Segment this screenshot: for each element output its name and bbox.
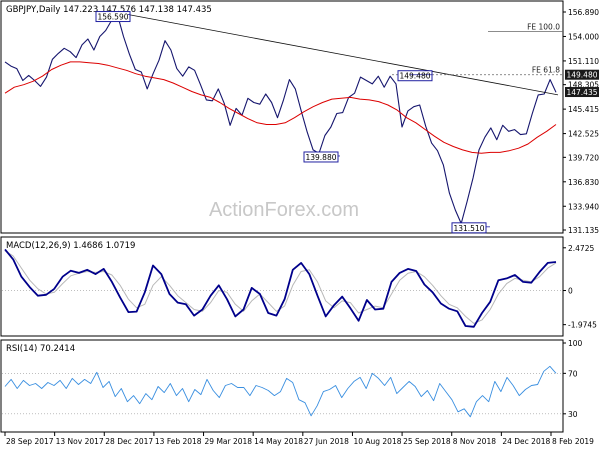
rsi-panel-title: RSI(14) 70.2414 <box>6 344 75 354</box>
x-tick-label: 10 Aug 2018 <box>353 437 401 446</box>
x-tick-label: 8 Nov 2018 <box>453 437 496 446</box>
rsi-y-tick-label: 70 <box>568 369 578 378</box>
macd-series-group <box>2 248 562 328</box>
x-tick-label: 28 Dec 2017 <box>105 437 153 446</box>
macd-y-tick-label: 2.4725 <box>568 244 594 253</box>
macd-signal-line <box>4 250 557 324</box>
fib-level-label: FE 100.0 <box>527 22 560 31</box>
macd-y-tick-label: 0 <box>568 287 573 296</box>
x-tick-label: 8 Feb 2019 <box>552 437 594 446</box>
price-series-line <box>4 14 557 225</box>
x-tick-label: 27 Jun 2018 <box>304 437 349 446</box>
macd-panel-title: MACD(12,26,9) 1.4686 1.0719 <box>6 241 135 251</box>
fib-level-label: FE 61.8 <box>532 66 560 75</box>
x-tick-label: 14 May 2018 <box>254 437 303 446</box>
price-series-group <box>4 14 559 225</box>
price-y-tick-label: 131.135 <box>568 226 599 235</box>
macd-y-axis: -1.9745 0 2.4725 <box>563 244 597 330</box>
price-annotation-label: 139.880 <box>305 153 336 162</box>
trendline <box>127 14 559 96</box>
price-y-tick-label: 133.940 <box>568 202 599 211</box>
price-y-tick-label: 142.525 <box>568 130 599 139</box>
rsi-y-tick-label: 30 <box>568 410 578 419</box>
price-y-tick-label: 151.110 <box>568 57 599 66</box>
price-y-tick-label: 136.830 <box>568 178 599 187</box>
price-annotation-label: 149.480 <box>399 72 430 81</box>
price-axis-tag-label: 149.480 <box>566 71 597 80</box>
x-tick-label: 13 Nov 2017 <box>56 437 104 446</box>
rsi-y-tick-label: 100 <box>568 339 583 348</box>
price-annotation-label: 131.510 <box>453 224 484 233</box>
chart-svg: ActionForex.com GBPJPY,Daily 147.223 147… <box>0 0 599 446</box>
rsi-y-axis: 30 70 100 <box>563 339 583 419</box>
macd-y-tick-label: -1.9745 <box>568 321 597 330</box>
chart-container: ActionForex.com GBPJPY,Daily 147.223 147… <box>0 0 600 450</box>
macd-line <box>4 248 557 328</box>
watermark: ActionForex.com <box>209 199 359 221</box>
price-annotation-label: 156.590 <box>97 13 128 22</box>
price-y-axis: 131.135 133.940 136.830 139.720 142.525 145.4… <box>563 8 599 235</box>
x-tick-label: 28 Sep 2017 <box>6 437 54 446</box>
price-y-tick-label: 139.720 <box>568 153 599 162</box>
price-y-tick-label: 145.415 <box>568 105 599 114</box>
x-tick-label: 25 Sep 2018 <box>403 437 451 446</box>
price-y-tick-label: 154.000 <box>568 32 599 41</box>
price-y-tick-label: 156.890 <box>568 8 599 17</box>
x-tick-label: 24 Dec 2018 <box>502 437 550 446</box>
x-axis: 28 Sep 2017 13 Nov 2017 28 Dec 2017 13 Feb … <box>4 432 594 446</box>
x-tick-label: 13 Feb 2018 <box>155 437 202 446</box>
rsi-panel-frame <box>0 339 564 433</box>
price-axis-tag-label: 147.435 <box>566 88 597 97</box>
rsi-series-group <box>2 365 562 418</box>
x-tick-label: 29 Mar 2018 <box>205 437 253 446</box>
rsi-line <box>4 365 557 418</box>
